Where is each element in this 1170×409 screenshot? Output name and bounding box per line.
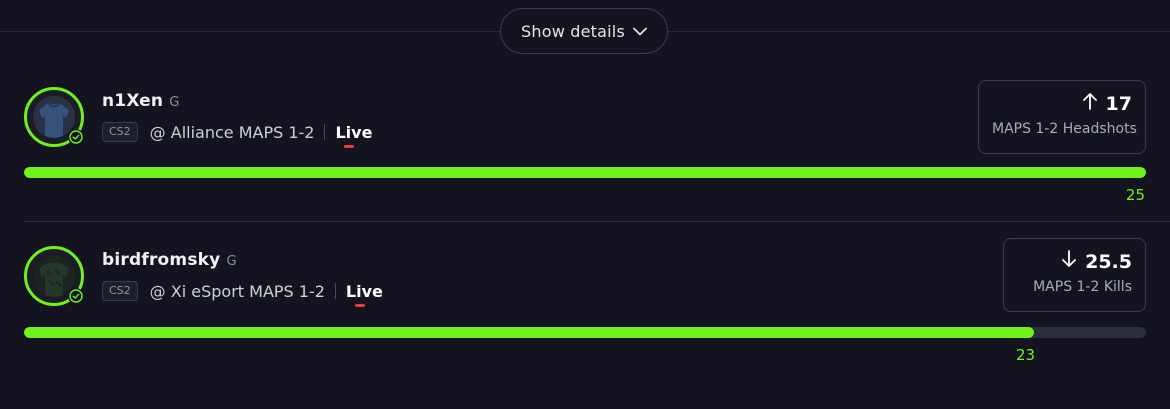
live-status: Live — [345, 281, 383, 307]
stat-line: 25.5 — [1017, 249, 1132, 275]
live-status-text: Live — [345, 281, 383, 301]
live-status-text: Live — [335, 122, 373, 142]
game-badge: CS2 — [102, 281, 138, 301]
line-value: 25.5 — [1085, 251, 1132, 273]
matchup-text: @ Alliance MAPS 1-2 — [149, 122, 315, 142]
chevron-down-icon — [633, 27, 647, 36]
pick-divider — [24, 221, 1170, 222]
progress-fill — [24, 327, 1034, 338]
live-status: Live — [335, 122, 373, 148]
current-value: 23 — [1016, 346, 1036, 364]
player-name[interactable]: n1Xen G — [102, 91, 180, 111]
arrow-down-icon — [1061, 249, 1077, 275]
stat-line: 17 — [992, 91, 1132, 117]
check-circle-icon — [68, 288, 84, 304]
player-name[interactable]: birdfromsky G — [102, 250, 237, 270]
live-indicator — [344, 144, 355, 148]
progress-bar — [24, 167, 1146, 178]
stat-line-box[interactable]: 25.5 MAPS 1-2 Kills — [1003, 238, 1146, 312]
progress-fill — [24, 167, 1146, 178]
matchup-text: @ Xi eSport MAPS 1-2 — [149, 281, 325, 301]
live-indicator — [354, 303, 365, 307]
player-position: G — [226, 254, 237, 269]
match-info: CS2 @ Alliance MAPS 1-2 Live — [102, 122, 373, 148]
show-details-button[interactable]: Show details — [500, 8, 668, 54]
player-avatar[interactable] — [24, 87, 84, 147]
game-badge: CS2 — [102, 122, 138, 142]
player-name-text: birdfromsky — [102, 250, 221, 270]
line-value: 17 — [1105, 93, 1132, 115]
progress-bar — [24, 327, 1146, 338]
check-circle-icon — [68, 129, 84, 145]
show-details-label: Show details — [521, 21, 625, 41]
meta-divider — [324, 124, 326, 140]
current-value: 25 — [1125, 186, 1145, 204]
stat-line-box[interactable]: 17 MAPS 1-2 Headshots — [978, 80, 1146, 154]
match-info: CS2 @ Xi eSport MAPS 1-2 Live — [102, 281, 383, 307]
meta-divider — [334, 283, 336, 299]
stat-label: MAPS 1-2 Kills — [1033, 279, 1132, 295]
stat-label: MAPS 1-2 Headshots — [992, 121, 1137, 137]
player-avatar[interactable] — [24, 246, 84, 306]
player-name-text: n1Xen — [102, 91, 164, 111]
arrow-up-icon — [1082, 91, 1098, 117]
player-position: G — [169, 95, 180, 110]
